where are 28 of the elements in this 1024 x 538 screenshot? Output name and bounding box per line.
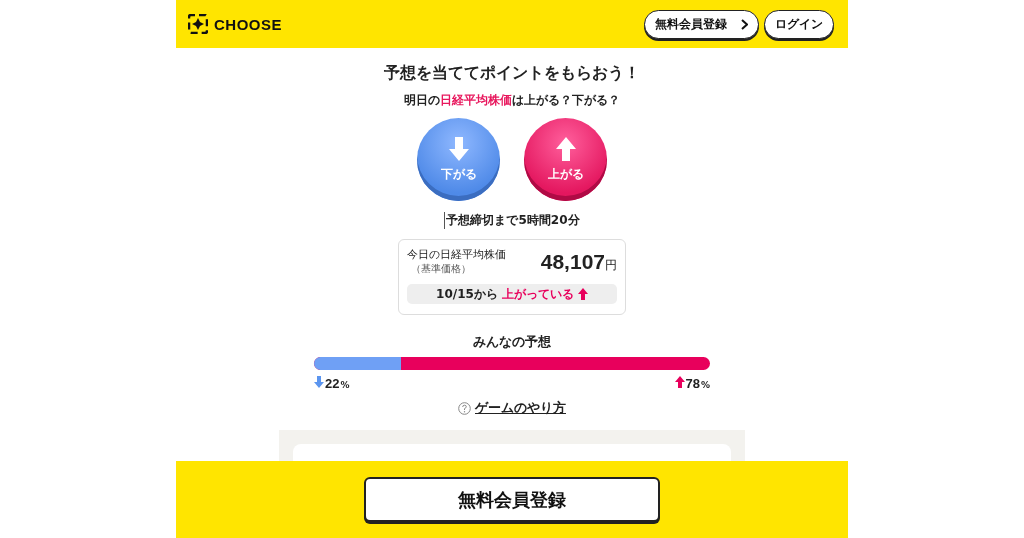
price-sublabel: （基準価格） <box>411 262 472 276</box>
logo-icon <box>188 14 208 34</box>
up-arrow-icon <box>555 136 576 161</box>
logo-text: CHOOSE <box>214 15 282 33</box>
deadline-text: 予想締切まで5時間20分 <box>444 212 580 229</box>
percent-value: 78 <box>685 376 700 391</box>
since-text: 10/15から <box>436 285 498 303</box>
percent-value: 22 <box>325 376 340 391</box>
price-value: 48,107 <box>540 249 605 274</box>
up-vote-button[interactable]: 上がる <box>524 118 607 201</box>
chevron-right-icon <box>741 18 748 30</box>
help-icon <box>458 402 471 415</box>
up-arrow-icon <box>577 288 588 300</box>
login-button[interactable]: ログイン <box>764 9 834 39</box>
poll-title: みんなの予想 <box>473 333 551 351</box>
percent-unit: % <box>340 380 350 390</box>
down-arrow-icon <box>448 136 469 161</box>
question-text: 明日の日経平均株価は上がる？下がる？ <box>404 92 620 109</box>
signup-button[interactable]: 無料会員登録 <box>644 9 759 39</box>
price-unit: 円 <box>605 256 617 274</box>
page-title: 予想を当ててポイントをもらおう！ <box>384 63 640 84</box>
how-to-play-link[interactable]: ゲームのやり方 <box>475 400 566 417</box>
price-label: 今日の日経平均株価 <box>407 247 506 262</box>
percent-unit: % <box>700 380 710 390</box>
signup-button[interactable]: 無料会員登録 <box>364 477 660 522</box>
down-arrow-icon <box>314 376 324 388</box>
trend-text: 上がっている <box>501 285 574 303</box>
up-arrow-icon <box>674 376 685 388</box>
